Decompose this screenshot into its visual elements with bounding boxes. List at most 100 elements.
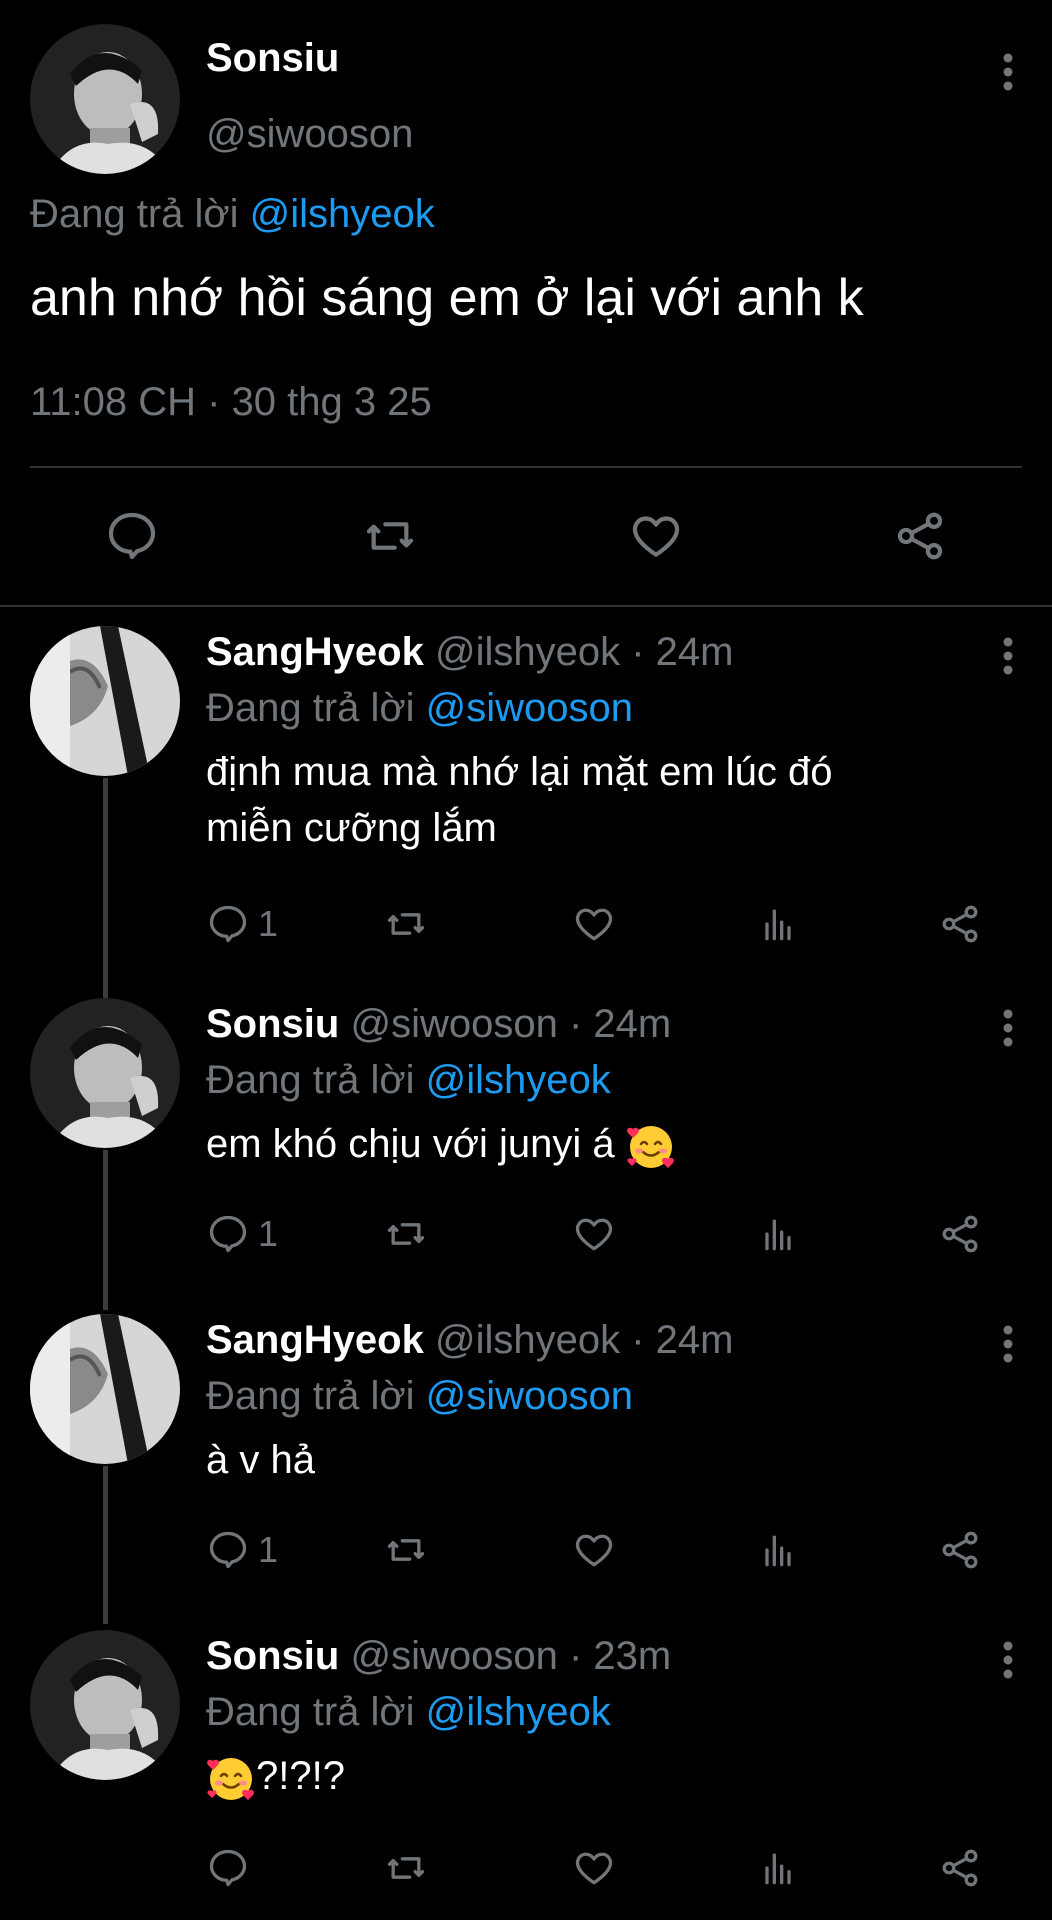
share-icon [942,1531,978,1569]
share-icon [942,905,978,943]
tweet-text: anh nhớ hồi sáng em ở lại với anh k [30,269,864,327]
reply-count: 1 [258,1213,279,1254]
views-button[interactable] [756,1842,800,1894]
tweet-text: à v hả [206,1432,315,1488]
reply-context: Đang trả lời @ilshyeok [206,1058,611,1103]
timestamp[interactable]: 11:08 CH · 30 thg 3 25 [30,380,432,425]
reply-prefix: Đang trả lời [30,192,239,236]
reply-prefix: Đang trả lời [206,686,415,730]
views-button[interactable] [756,898,800,950]
avatar[interactable] [30,626,180,776]
action-bar [206,1842,1006,1894]
reply-tweet[interactable]: SangHyeok @ilshyeok · 24m Đang trả lời @… [0,1314,1052,1624]
retweet-icon [387,1539,425,1561]
reply-age[interactable]: 24m [593,1002,671,1046]
reply-header: SangHyeok @ilshyeok · 24m [206,630,734,674]
reply-header: Sonsiu @siwooson · 23m [206,1634,672,1678]
like-icon [575,1852,613,1885]
author-name[interactable]: SangHyeok [206,1318,424,1362]
mention-link[interactable]: @ilshyeok [426,1690,611,1734]
views-button[interactable] [756,1524,800,1576]
like-button[interactable] [572,1524,616,1576]
retweet-button[interactable] [384,898,428,950]
mention-link[interactable]: @siwooson [426,686,633,730]
author-name[interactable]: Sonsiu [206,36,339,81]
analytics-icon [765,909,791,941]
share-button[interactable] [938,1524,982,1576]
mention-link[interactable]: @ilshyeok [426,1058,611,1102]
reply-icon [209,1849,247,1887]
tweet-text-line: miễn cưỡng lắm [206,806,497,850]
thread-line [103,778,108,1006]
reply-tweet[interactable]: Sonsiu @siwooson · 24m Đang trả lời @ils… [0,998,1052,1310]
like-button[interactable] [572,1842,616,1894]
retweet-button[interactable] [384,1524,428,1576]
more-options-icon[interactable] [1002,1324,1014,1364]
retweet-icon [387,1223,425,1245]
reply-age[interactable]: 23m [593,1634,671,1678]
retweet-button[interactable] [384,1842,428,1894]
more-options-icon[interactable] [1002,52,1014,92]
mention-link[interactable]: @siwooson [426,1374,633,1418]
reply-context: Đang trả lời @ilshyeok [30,192,435,237]
more-options-icon[interactable] [1002,636,1014,676]
author-handle[interactable]: @siwooson [350,1002,557,1046]
reply-icon [209,1531,247,1569]
reply-age[interactable]: 24m [656,630,734,674]
action-bar: 1 [206,1524,1006,1576]
divider [30,466,1022,468]
retweet-button[interactable] [384,1208,428,1260]
author-handle[interactable]: @siwooson [350,1634,557,1678]
avatar[interactable] [30,998,180,1148]
reply-prefix: Đang trả lời [206,1690,415,1734]
like-button[interactable] [572,1208,616,1260]
author-name[interactable]: Sonsiu [206,1002,339,1046]
thread-line [103,1150,108,1310]
share-icon[interactable] [892,508,948,564]
analytics-icon [765,1853,791,1885]
tweet-text-line: ?!?!? [256,1754,345,1798]
like-icon [575,908,613,941]
author-handle[interactable]: @siwooson [206,112,413,157]
like-button[interactable] [572,898,616,950]
reply-tweet[interactable]: SangHyeok @ilshyeok · 24m Đang trả lời @… [0,626,1052,1006]
share-button[interactable] [938,898,982,950]
thread-line [103,1466,108,1624]
reply-context: Đang trả lời @siwooson [206,1374,633,1419]
mention-link[interactable]: @ilshyeok [250,192,435,236]
author-handle[interactable]: @ilshyeok [435,1318,620,1362]
retweet-icon [387,913,425,935]
analytics-icon [765,1219,791,1251]
more-options-icon[interactable] [1002,1008,1014,1048]
author-name[interactable]: Sonsiu [206,1634,339,1678]
like-icon[interactable] [628,508,684,564]
more-options-icon[interactable] [1002,1640,1014,1680]
reply-button[interactable]: 1 [206,1208,278,1260]
reply-icon[interactable] [104,508,160,564]
share-button[interactable] [938,1842,982,1894]
retweet-icon[interactable] [362,508,418,564]
reply-prefix: Đang trả lời [206,1374,415,1418]
avatar[interactable] [30,24,180,174]
reply-button[interactable]: 1 [206,898,278,950]
analytics-icon [765,1535,791,1567]
avatar[interactable] [30,1314,180,1464]
reply-count: 1 [258,1529,279,1570]
reply-age[interactable]: 24m [656,1318,734,1362]
share-button[interactable] [938,1208,982,1260]
reply-tweet[interactable]: Sonsiu @siwooson · 23m Đang trả lời @ils… [0,1630,1052,1916]
reply-prefix: Đang trả lời [206,1058,415,1102]
tweet-text-line: em khó chịu với junyi á [206,1122,615,1166]
author-name[interactable]: SangHyeok [206,630,424,674]
views-button[interactable] [756,1208,800,1260]
reply-context: Đang trả lời @ilshyeok [206,1690,611,1735]
reply-button[interactable] [206,1842,258,1894]
reply-button[interactable]: 1 [206,1524,278,1576]
reply-icon [209,1215,247,1253]
tweet-text: em khó chịu với junyi á [206,1116,676,1172]
avatar[interactable] [30,1630,180,1780]
smiling-face-with-hearts-icon [626,1126,674,1169]
author-handle[interactable]: @ilshyeok [435,630,620,674]
reply-header: SangHyeok @ilshyeok · 24m [206,1318,734,1362]
section-divider [0,605,1052,607]
